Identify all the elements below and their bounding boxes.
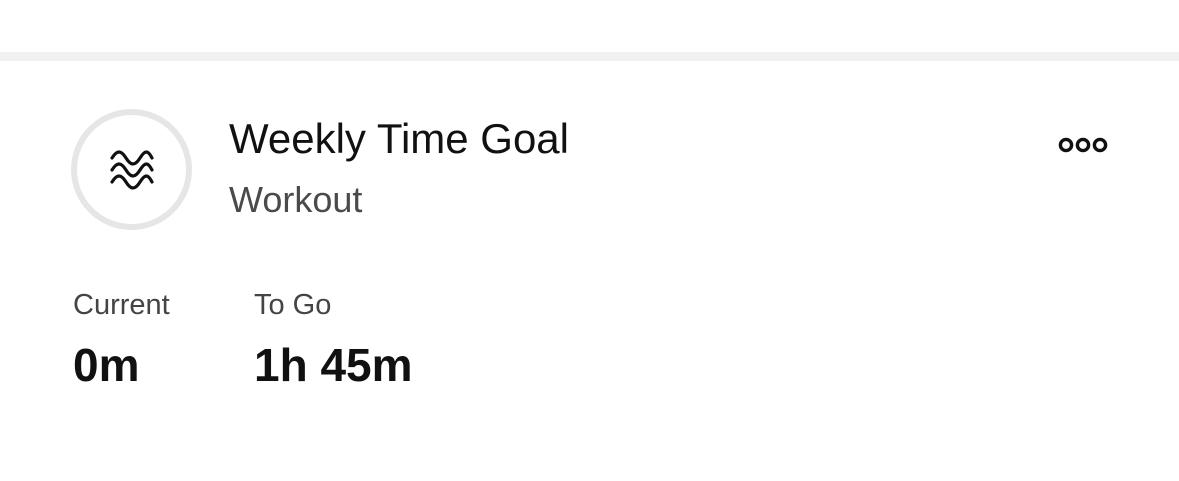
current-value: 0m [73,339,140,391]
goal-subtitle: Workout [229,179,363,220]
goal-card[interactable]: Weekly Time Goal Workout Current 0m To G… [0,61,1179,481]
top-strip [0,0,1179,52]
section-divider [0,52,1179,61]
goal-progress-ring [71,109,192,230]
togo-label: To Go [254,289,332,321]
current-label: Current [73,289,170,321]
more-options-icon [1058,137,1108,153]
activity-waves-icon [109,149,154,190]
goal-title: Weekly Time Goal [229,115,569,162]
togo-stat: To Go 1h 45m [254,287,413,391]
current-stat: Current 0m [73,287,170,391]
togo-value: 1h 45m [254,339,413,391]
more-options-button[interactable] [1046,123,1120,167]
